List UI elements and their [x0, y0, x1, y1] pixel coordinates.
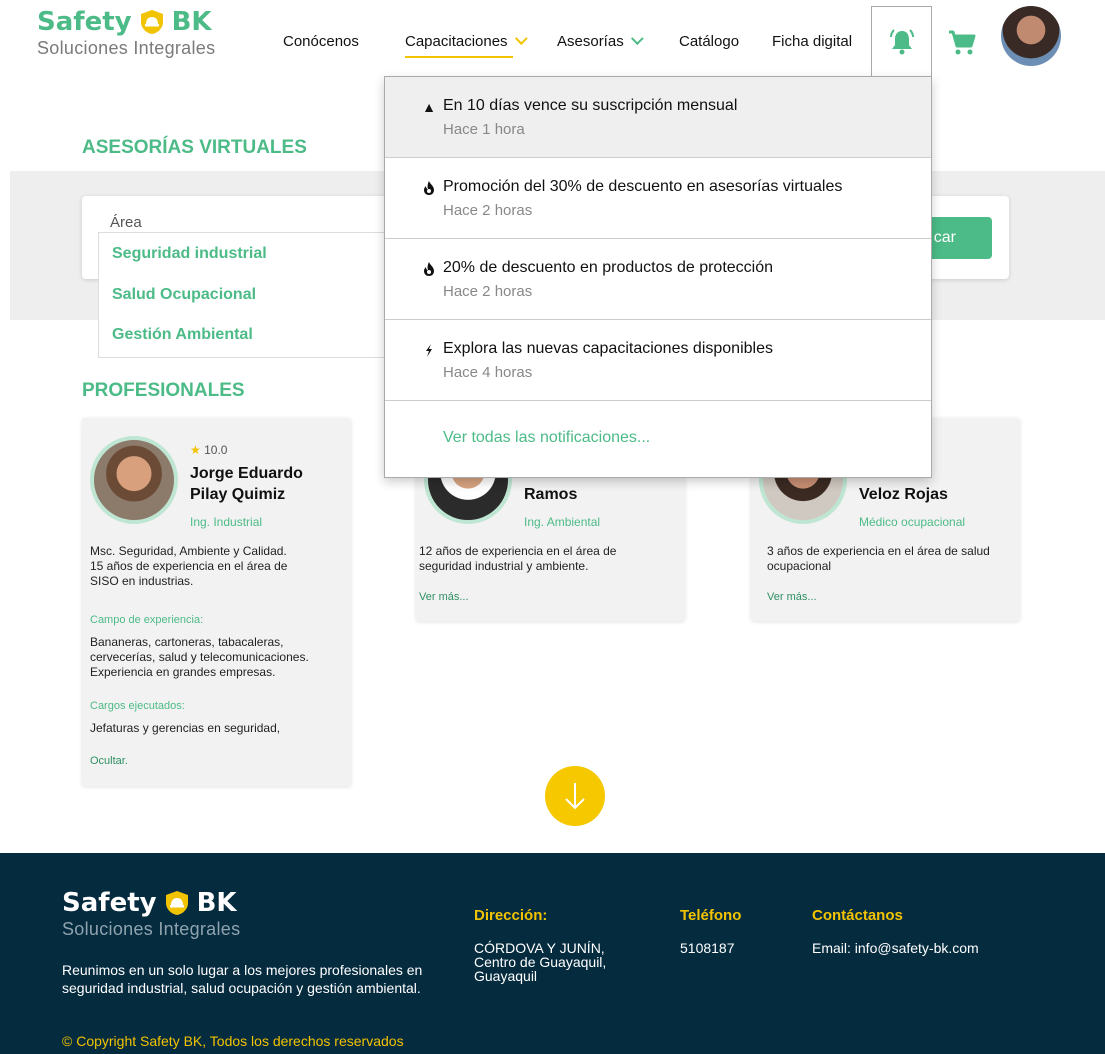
phone-title: Teléfono	[680, 907, 742, 924]
professional-name: Jorge Eduardo Pilay Quimiz	[190, 463, 303, 505]
logo[interactable]: Safety BK Soluciones Integrales	[37, 8, 215, 59]
bolt-icon	[426, 344, 432, 357]
logo-text-left: Safety	[37, 7, 132, 37]
area-label: Área	[110, 214, 142, 231]
description-line: ocupacional	[767, 559, 832, 573]
address-line: Guayaquil	[474, 968, 538, 984]
star-icon: ★	[190, 443, 201, 457]
description-line: 15 años de experiencia en el área de	[90, 559, 288, 573]
notifications-dropdown: ▲ En 10 días vence su suscripción mensua…	[384, 76, 932, 478]
fire-icon	[424, 262, 434, 276]
professional-name-line2: Ramos	[524, 486, 578, 503]
professional-title: Ing. Ambiental	[524, 515, 601, 529]
chevron-down-icon	[514, 32, 528, 46]
arrow-down-icon	[565, 783, 585, 810]
description-line: SISO en industrias.	[90, 574, 194, 588]
logo-tagline: Soluciones Integrales	[37, 38, 216, 58]
description-line: Msc. Seguridad, Ambiente y Calidad.	[90, 544, 287, 558]
address-title: Dirección:	[474, 907, 548, 924]
view-all-notifications-link[interactable]: Ver todas las notificaciones...	[443, 429, 650, 447]
shield-icon	[165, 891, 188, 915]
notification-time: Hace 2 horas	[443, 283, 533, 300]
professional-description: Msc. Seguridad, Ambiente y Calidad. 15 a…	[90, 544, 287, 589]
logo-tagline: Soluciones Integrales	[62, 919, 241, 939]
description-line: seguridad industrial y ambiente.	[419, 559, 589, 573]
area-option-seguridad[interactable]: Seguridad industrial	[112, 245, 267, 263]
notifications-button[interactable]	[871, 6, 932, 77]
logo-text-right: BK	[196, 888, 237, 918]
logo-text-right: BK	[171, 7, 212, 37]
notification-text: Promoción del 30% de descuento en asesor…	[443, 178, 843, 195]
notification-item[interactable]: ▲ En 10 días vence su suscripción mensua…	[385, 77, 931, 158]
nav-item-catalogo[interactable]: Catálogo	[679, 33, 739, 50]
area-dropdown: Seguridad industrial Salud Ocupacional G…	[98, 232, 388, 358]
campo-line: Bananeras, cartoneras, tabacaleras,	[90, 635, 284, 649]
notification-item[interactable]: Promoción del 30% de descuento en asesor…	[385, 158, 931, 239]
page: Safety BK Soluciones Integrales Conóceno…	[0, 0, 1105, 1054]
avatar[interactable]	[1001, 6, 1061, 66]
description-line: 3 años de experiencia en el área de salu…	[767, 544, 990, 558]
contact-title: Contáctanos	[812, 907, 903, 924]
campo-line: cervecerías, salud y telecomunicaciones.	[90, 650, 309, 664]
cargos-text: Jefaturas y gerencias en seguridad,	[90, 721, 281, 735]
contact-email[interactable]: Email: info@safety-bk.com	[812, 941, 979, 955]
address-line: CÓRDOVA Y JUNÍN,	[474, 940, 605, 956]
professional-card: ★ 10.0 Jorge Eduardo Pilay Quimiz Ing. I…	[82, 418, 351, 786]
professional-name-line2: Veloz Rojas	[859, 486, 948, 503]
professional-title: Ing. Industrial	[190, 515, 263, 529]
rating: ★ 10.0	[190, 443, 227, 457]
notification-time: Hace 4 horas	[443, 364, 533, 381]
cart-icon[interactable]	[948, 30, 976, 56]
nav-item-capacitaciones[interactable]: Capacitaciones	[405, 32, 528, 50]
copyright: © Copyright Safety BK, Todos los derecho…	[62, 1033, 404, 1049]
shield-icon	[140, 10, 163, 34]
notification-text: Explora las nuevas capacitaciones dispon…	[443, 340, 773, 357]
section-title-profesionales: PROFESIONALES	[82, 380, 245, 401]
nav-item-asesorias[interactable]: Asesorías	[557, 32, 644, 50]
notification-time: Hace 2 horas	[443, 202, 533, 219]
area-option-gestion[interactable]: Gestión Ambiental	[112, 326, 253, 344]
notification-text: 20% de descuento en productos de protecc…	[443, 259, 774, 276]
address-line: Centro de Guayaquil,	[474, 954, 607, 970]
hide-link[interactable]: Ocultar.	[90, 755, 128, 767]
area-option-salud[interactable]: Salud Ocupacional	[112, 286, 256, 304]
nav-item-label: Asesorías	[557, 33, 624, 50]
cargos-label: Cargos ejecutados:	[90, 700, 185, 712]
nav-active-underline	[405, 56, 513, 58]
rating-value: 10.0	[204, 443, 228, 457]
professional-name-line2: Pilay Quimiz	[190, 486, 286, 503]
logo-text-left: Safety	[62, 888, 157, 918]
professional-name-line1: Jorge Eduardo	[190, 465, 303, 482]
see-more-link[interactable]: Ver más...	[419, 591, 469, 603]
description-line: 12 años de experiencia en el área de	[419, 544, 617, 558]
campo-text: Bananeras, cartoneras, tabacaleras, cerv…	[90, 635, 309, 680]
header: Safety BK Soluciones Integrales Conóceno…	[0, 0, 1105, 77]
professional-photo	[90, 436, 178, 524]
notification-time: Hace 1 hora	[443, 121, 525, 138]
warning-icon: ▲	[422, 99, 436, 115]
professional-description: 3 años de experiencia en el área de salu…	[767, 544, 990, 574]
professional-description: 12 años de experiencia en el área de seg…	[419, 544, 616, 574]
footer: Safety BK Soluciones Integrales Reunimos…	[0, 853, 1105, 1054]
footer-description: Reunimos en un solo lugar a los mejores …	[62, 962, 423, 996]
notification-text: En 10 días vence su suscripción mensual	[443, 97, 738, 114]
footer-logo: Safety BK Soluciones Integrales	[62, 889, 240, 940]
professional-title: Médico ocupacional	[859, 515, 966, 529]
campo-line: Experiencia en grandes empresas.	[90, 665, 276, 679]
bell-icon	[889, 29, 914, 55]
chevron-down-icon	[630, 32, 644, 46]
nav-item-ficha-digital[interactable]: Ficha digital	[772, 33, 852, 50]
campo-label: Campo de experiencia:	[90, 614, 204, 626]
notification-item[interactable]: 20% de descuento en productos de protecc…	[385, 239, 931, 320]
fire-icon	[424, 181, 434, 195]
nav-item-label: Capacitaciones	[405, 33, 508, 50]
notification-item[interactable]: Explora las nuevas capacitaciones dispon…	[385, 320, 931, 401]
phone[interactable]: 5108187	[680, 941, 735, 955]
address: CÓRDOVA Y JUNÍN, Centro de Guayaquil, Gu…	[474, 941, 606, 983]
nav-item-conocenos[interactable]: Conócenos	[283, 33, 359, 50]
section-title-asesorias: ASESORÍAS VIRTUALES	[82, 137, 307, 158]
scroll-down-button[interactable]	[545, 766, 605, 826]
see-more-link[interactable]: Ver más...	[767, 591, 817, 603]
